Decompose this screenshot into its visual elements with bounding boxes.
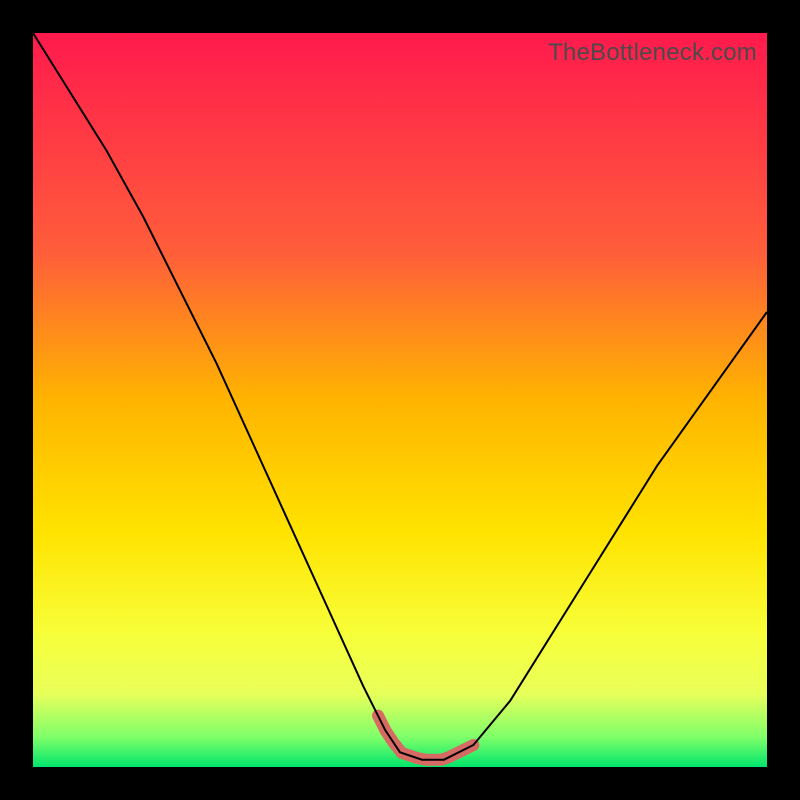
chart-frame: TheBottleneck.com xyxy=(0,0,800,800)
bottleneck-curve xyxy=(33,33,767,760)
curve-svg xyxy=(33,33,767,767)
plot-area: TheBottleneck.com xyxy=(33,33,767,767)
